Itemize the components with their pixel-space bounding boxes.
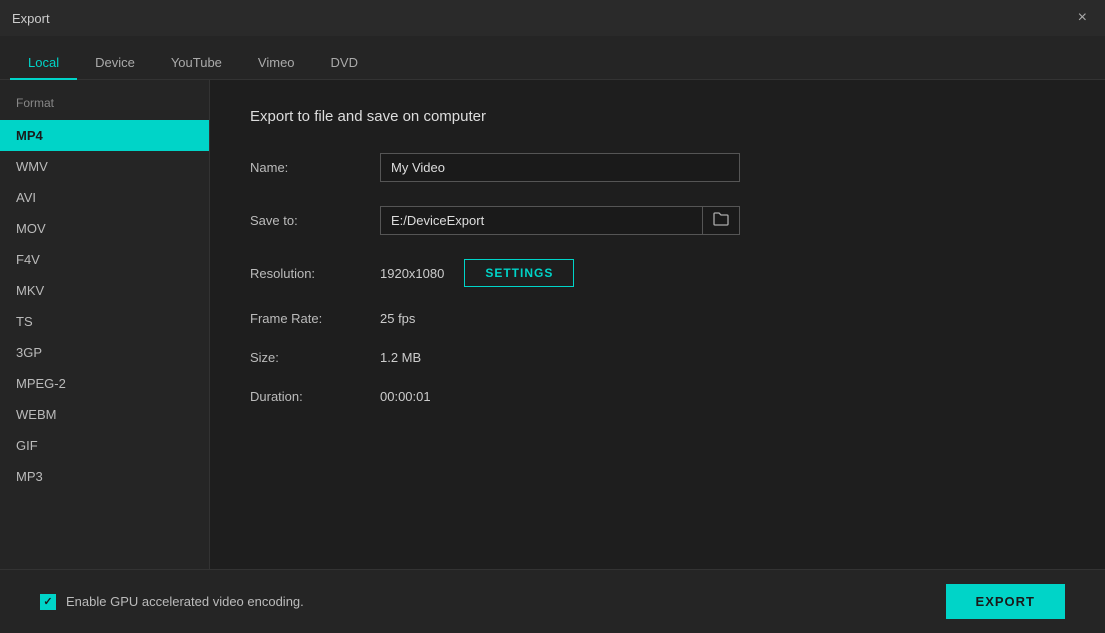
main-area: Format MP4 WMV AVI MOV F4V MKV TS 3GP MP… [0,80,1105,569]
resolution-label: Resolution: [250,266,380,281]
sidebar-item-wmv[interactable]: WMV [0,151,209,182]
name-input[interactable] [380,153,740,182]
tab-device[interactable]: Device [77,47,153,80]
save-to-label: Save to: [250,213,380,228]
browse-folder-button[interactable] [702,207,739,234]
dialog-title: Export [12,11,50,26]
save-to-wrapper [380,206,740,235]
frame-rate-label: Frame Rate: [250,311,380,326]
name-label: Name: [250,160,380,175]
tab-youtube[interactable]: YouTube [153,47,240,80]
footer: ✓ Enable GPU accelerated video encoding.… [0,569,1105,633]
sidebar-item-webm[interactable]: WEBM [0,399,209,430]
frame-rate-value: 25 fps [380,311,415,326]
sidebar-section-label: Format [0,96,209,120]
export-button[interactable]: EXPORT [946,584,1065,619]
sidebar-item-mp3[interactable]: MP3 [0,461,209,492]
checkmark-icon: ✓ [43,595,52,608]
content-panel: Export to file and save on computer Name… [210,80,1105,569]
size-row: Size: 1.2 MB [250,350,1065,365]
title-bar: Export × [0,0,1105,36]
close-button[interactable]: × [1072,8,1093,28]
sidebar-item-ts[interactable]: TS [0,306,209,337]
frame-rate-row: Frame Rate: 25 fps [250,311,1065,326]
sidebar-item-f4v[interactable]: F4V [0,244,209,275]
tab-local[interactable]: Local [10,47,77,80]
gpu-checkbox[interactable]: ✓ [40,594,56,610]
sidebar-item-avi[interactable]: AVI [0,182,209,213]
sidebar-item-mkv[interactable]: MKV [0,275,209,306]
size-label: Size: [250,350,380,365]
sidebar-item-3gp[interactable]: 3GP [0,337,209,368]
content-title: Export to file and save on computer [250,108,1065,125]
size-value: 1.2 MB [380,350,421,365]
gpu-checkbox-row: ✓ Enable GPU accelerated video encoding. [40,594,304,610]
gpu-checkbox-label: Enable GPU accelerated video encoding. [66,594,304,609]
tab-vimeo[interactable]: Vimeo [240,47,313,80]
resolution-row: Resolution: 1920x1080 SETTINGS [250,259,1065,287]
sidebar-item-mp4[interactable]: MP4 [0,120,209,151]
settings-button[interactable]: SETTINGS [464,259,574,287]
sidebar-item-mov[interactable]: MOV [0,213,209,244]
sidebar-item-gif[interactable]: GIF [0,430,209,461]
sidebar-item-mpeg2[interactable]: MPEG-2 [0,368,209,399]
save-to-row: Save to: [250,206,1065,235]
duration-label: Duration: [250,389,380,404]
duration-value: 00:00:01 [380,389,431,404]
sidebar: Format MP4 WMV AVI MOV F4V MKV TS 3GP MP… [0,80,210,569]
name-row: Name: [250,153,1065,182]
save-to-input[interactable] [381,207,702,234]
tab-bar: Local Device YouTube Vimeo DVD [0,36,1105,80]
duration-row: Duration: 00:00:01 [250,389,1065,404]
resolution-value: 1920x1080 [380,266,444,281]
tab-dvd[interactable]: DVD [313,47,376,80]
